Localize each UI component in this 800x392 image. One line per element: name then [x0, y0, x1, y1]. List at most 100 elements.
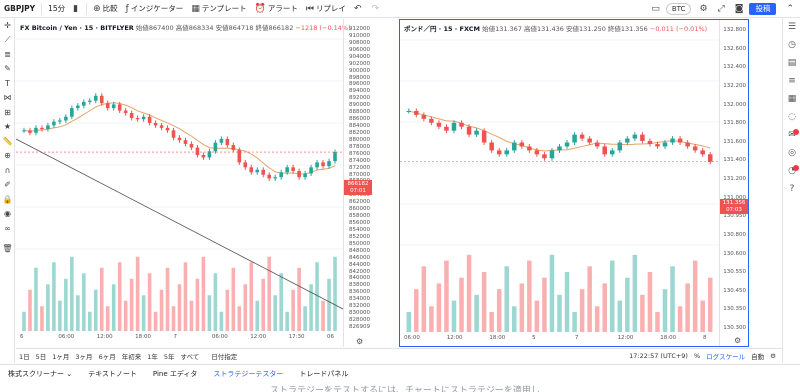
chart-pane-gbpjpy[interactable]: ポンド／円 · 15 · FXCM 始値131.367 高値131.436 安値… [399, 19, 749, 347]
currency-pill[interactable]: BTC [665, 3, 692, 15]
volume-bar [64, 278, 68, 331]
volume-bar [87, 311, 92, 331]
pane-settings-icon[interactable]: ⚙ [734, 336, 741, 345]
chart-canvas-gbpjpy[interactable] [400, 20, 719, 346]
range-all[interactable]: すべて [177, 351, 202, 361]
alerts-button[interactable]: ◷ [783, 36, 800, 54]
layout-icon: ▭ [651, 4, 660, 14]
undo-icon: ↶ [353, 3, 362, 14]
crosshair-tool[interactable]: ✛ [0, 18, 15, 33]
data-window-button[interactable]: ▤ [783, 54, 800, 72]
volume-bar [625, 277, 630, 332]
candle-body [677, 138, 683, 143]
candle-body [496, 150, 502, 155]
auto-scale-toggle[interactable]: 自動 [751, 351, 764, 361]
clock-time[interactable]: 17:22:57 (UTC+9) [629, 352, 688, 360]
redo-button[interactable]: ↷ [367, 0, 385, 18]
settings-button[interactable]: ⚙ [695, 0, 713, 18]
replay-icon: ⏮ [305, 3, 314, 14]
candle-body [321, 162, 325, 167]
fib-tool[interactable]: ≣ [0, 47, 15, 62]
text-tool[interactable]: T [0, 76, 15, 91]
chart-pane-btcjpy[interactable]: FX Bitcoin / Yen · 15 · BITFLYER 始値86740… [16, 19, 372, 347]
post-button[interactable]: 投稿 [749, 3, 777, 15]
calendar-button[interactable]: ▦ [783, 90, 800, 108]
undo-button[interactable]: ↶ [350, 0, 368, 18]
gear-icon: ⚙ [699, 4, 708, 14]
time-tick: 18:00 [660, 335, 677, 341]
price-tick: 900000 [349, 67, 370, 74]
fullscreen-button[interactable]: ⤢ [714, 0, 731, 18]
help-button[interactable]: ? [783, 180, 800, 198]
templates-button[interactable]: ▦ テンプレート [187, 0, 250, 18]
hotlist-icon: ≡ [788, 76, 796, 86]
replay-button[interactable]: ⏮ リプレイ [302, 0, 350, 18]
range-5y[interactable]: 5年 [161, 351, 178, 361]
chat-button[interactable]: ✉ [783, 126, 800, 144]
range-6m[interactable]: 6ヶ月 [96, 351, 119, 361]
pattern-tool[interactable]: ⋈ [0, 91, 15, 106]
candle-body [700, 150, 705, 155]
indicators-button[interactable]: ƒ インジケーター [122, 0, 188, 18]
chart-canvas-btcjpy[interactable] [16, 19, 343, 347]
scale-settings-icon[interactable]: ⚙ [770, 352, 776, 360]
delete-tool[interactable]: 🗑 [0, 242, 15, 257]
snapshot-button[interactable]: ◙ [731, 0, 750, 18]
tab-text-notes[interactable]: テキストノート [80, 365, 145, 383]
zoom-tool[interactable]: ⊕ [0, 149, 15, 164]
tab-pine-editor[interactable]: Pine エディタ [145, 365, 206, 383]
prediction-tool[interactable]: ⊞ [0, 105, 15, 120]
icons-tool[interactable]: ★ [0, 120, 15, 135]
range-3m[interactable]: 3ヶ月 [72, 351, 95, 361]
goto-date-button[interactable]: 日付指定 [208, 351, 240, 361]
measure-tool[interactable]: 📏 [0, 134, 15, 149]
hide-tool[interactable]: ◉ [0, 207, 15, 222]
ideas-button[interactable]: ◌ [783, 108, 800, 126]
percent-toggle[interactable]: % [694, 352, 700, 360]
price-tick: 131.400 [723, 157, 746, 164]
stay-drawing-tool[interactable]: ✐ [0, 178, 15, 193]
expand-button[interactable]: ⌃ [782, 0, 800, 18]
price-tick: 130.350 [723, 306, 746, 313]
trendline-tool[interactable]: ⟋ [0, 33, 15, 48]
notifications-button[interactable]: ◔ [783, 162, 800, 180]
volume-bar [587, 266, 592, 332]
tab-trading-panel[interactable]: トレードパネル [291, 365, 356, 383]
volume-bar [333, 256, 337, 331]
hotlist-button[interactable]: ≡ [783, 72, 800, 90]
range-1y[interactable]: 1年 [144, 351, 161, 361]
lock-tool[interactable]: 🔒 [0, 192, 15, 207]
link-tool[interactable]: ∞ [0, 221, 15, 236]
interval-button[interactable]: 15分 [44, 0, 69, 18]
volume-bar [617, 300, 623, 332]
volume-bar [52, 262, 56, 331]
alert-button[interactable]: ⏰ アラート [251, 0, 302, 18]
volume-bar [429, 306, 434, 332]
range-bar-right: 17:22:57 (UTC+9) % ログスケール 自動 ⚙ [623, 349, 776, 363]
symbol-search-button[interactable]: GBPJPY [0, 0, 39, 18]
tab-strategy-tester[interactable]: ストラテジーテスター [205, 365, 291, 383]
candle-body [632, 134, 638, 139]
magnet-tool[interactable]: ∩ [0, 163, 15, 178]
bar-style-button[interactable]: ▮ [69, 0, 84, 18]
candle-body [111, 104, 116, 109]
volume-bar [321, 300, 325, 331]
range-1m[interactable]: 1ヶ月 [49, 351, 72, 361]
price-tick: 890000 [349, 102, 370, 109]
volume-bar [549, 254, 555, 332]
price-axis-gbpjpy[interactable]: 132.800 132.600 132.400 132.200 132.000 131.8… [719, 20, 748, 346]
pane-settings-icon[interactable]: ⚙ [356, 337, 363, 346]
streams-button[interactable]: ◎ [783, 144, 800, 162]
tab-stock-screener[interactable]: 株式スクリーナー ⌄ [0, 365, 80, 383]
price-tick: 862000 [349, 199, 370, 206]
range-1d[interactable]: 1日 [16, 351, 33, 361]
range-ytd[interactable]: 年初来 [119, 351, 145, 361]
range-5d[interactable]: 5日 [33, 351, 50, 361]
layout-button[interactable]: ▭ [647, 0, 666, 18]
watchlist-button[interactable]: ☰ [783, 18, 800, 36]
legend-symbol: ポンド／円 · 15 · FXCM [404, 25, 480, 33]
log-scale-toggle[interactable]: ログスケール [706, 351, 745, 361]
compare-button[interactable]: ⊕ 比較 [89, 0, 122, 18]
brush-tool[interactable]: ✎ [0, 62, 15, 77]
volume-bar [692, 260, 698, 332]
